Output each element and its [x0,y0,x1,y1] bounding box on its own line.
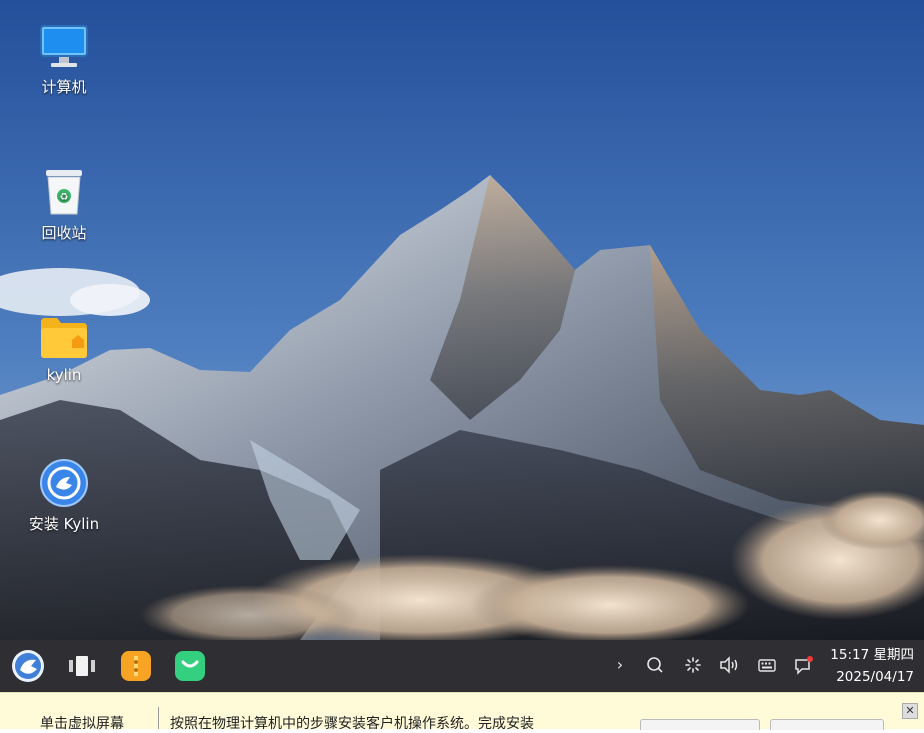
kylin-start-icon [12,650,44,682]
desktop-icon-label: 计算机 [41,78,87,96]
vm-hint-bar: 单击虚拟屏幕 按照在物理计算机中的步骤安装客户机操作系统。完成安装 ✕ [0,692,924,732]
file-manager-icon [121,651,151,681]
desktop-icon-label: kylin [46,366,82,384]
hint-button-primary[interactable] [640,719,760,730]
trash-icon: ♻ [42,168,86,216]
volume-icon[interactable] [718,654,742,676]
virtual-screen[interactable]: 计算机 ♻ 回收站 kylin 安装 Kylin › 15:17 星期四 202… [0,0,924,692]
home-folder-icon [39,316,89,360]
desktop-icon-home-folder[interactable]: kylin [9,316,119,384]
mountain-wallpaper [0,0,924,640]
kylin-installer-icon [40,459,88,507]
desktop-icon-label: 回收站 [41,224,87,242]
multitask-view-icon [69,656,95,676]
hint-click-screen: 单击虚拟屏幕 [40,716,124,732]
hint-install-instructions: 按照在物理计算机中的步骤安装客户机操作系统。完成安装 [170,716,534,732]
clock[interactable]: 15:17 星期四 2025/04/17 [830,644,914,688]
chevron-right-icon[interactable]: › [612,654,628,676]
file-manager-button[interactable] [118,648,154,684]
keyboard-icon[interactable] [756,654,778,676]
clock-date: 2025/04/17 [836,669,914,685]
desktop-icon-label: 安装 Kylin [28,515,100,533]
software-store-button[interactable] [172,648,208,684]
desktop-icon-install-kylin[interactable]: 安装 Kylin [9,459,119,534]
hint-divider [158,707,159,729]
taskbar: › 15:17 星期四 2025/04/17 [0,640,924,692]
clock-time: 15:17 星期四 [830,647,914,663]
desktop-icon-trash[interactable]: ♻ 回收站 [9,168,119,243]
close-icon[interactable]: ✕ [902,703,918,719]
network-loading-icon[interactable] [682,654,704,676]
desktop-icon-computer[interactable]: 计算机 [9,24,119,97]
hint-button-secondary[interactable] [770,719,884,730]
start-menu-button[interactable] [10,648,46,684]
multitask-view-button[interactable] [64,648,100,684]
notification-icon[interactable] [792,654,816,676]
svg-text:♻: ♻ [60,192,69,203]
computer-icon [39,24,89,70]
software-store-icon [175,651,205,681]
search-icon[interactable] [644,654,666,676]
